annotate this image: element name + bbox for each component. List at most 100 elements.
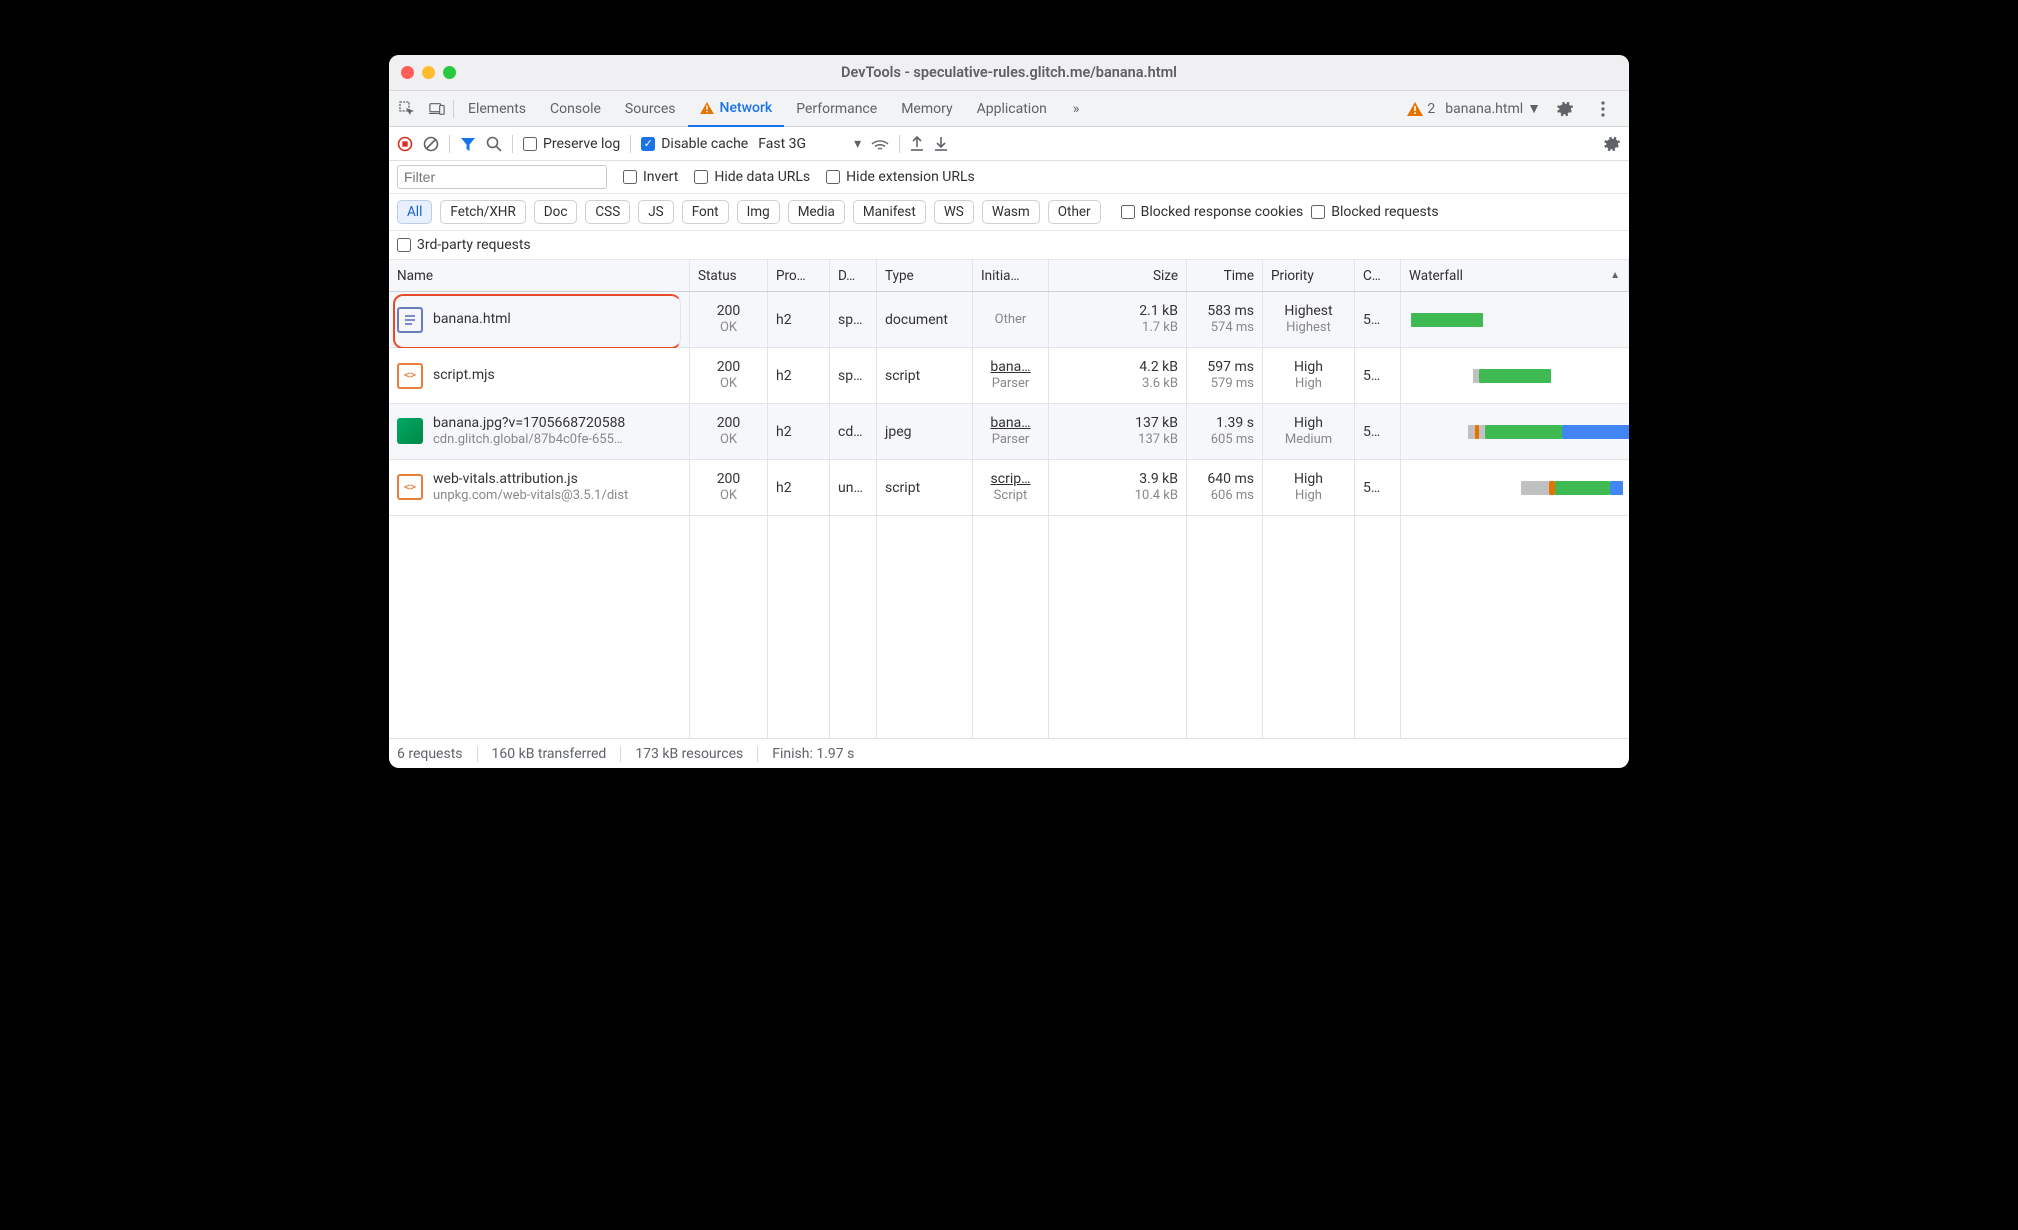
col-header-initiator[interactable]: Initia… [973,260,1049,291]
type-chip-css[interactable]: CSS [585,200,630,224]
blocked-requests-checkbox[interactable]: Blocked requests [1311,204,1438,220]
warning-icon [700,102,714,114]
panel-tab-network[interactable]: Network [688,91,785,127]
type-chip-manifest[interactable]: Manifest [853,200,926,224]
panel-tab-performance[interactable]: Performance [784,91,889,127]
hide-extension-urls-checkbox[interactable]: Hide extension URLs [826,169,975,185]
type-chip-img[interactable]: Img [737,200,780,224]
col-header-protocol[interactable]: Pro… [768,260,830,291]
cell-name: <>script.mjs [389,348,690,403]
cell-waterfall[interactable] [1401,460,1629,515]
import-har-icon[interactable] [934,136,948,152]
network-conditions-icon[interactable] [871,137,889,151]
disable-cache-label: Disable cache [661,136,748,152]
preserve-log-checkbox[interactable]: Preserve log [523,136,620,152]
initiator-link[interactable]: bana… [990,415,1030,431]
checkbox-icon [826,170,840,184]
cell-time: 597 ms579 ms [1187,348,1263,403]
inspect-element-icon[interactable] [393,95,421,123]
warning-count: 2 [1427,101,1435,117]
cell-connection: 5… [1355,292,1401,347]
cell-initiator: bana…Parser [973,348,1049,403]
col-header-time[interactable]: Time [1187,260,1263,291]
file-img-icon [397,418,423,444]
cell-waterfall[interactable] [1401,292,1629,347]
col-header-connection[interactable]: C… [1355,260,1401,291]
type-chip-fetchxhr[interactable]: Fetch/XHR [440,200,525,224]
dropdown-caret-icon: ▾ [854,136,861,152]
type-chip-other[interactable]: Other [1048,200,1101,224]
request-row[interactable]: banana.jpg?v=1705668720588cdn.glitch.glo… [389,404,1629,460]
panel-tab-overflow[interactable]: » [1061,91,1092,127]
col-header-size[interactable]: Size [1049,260,1187,291]
request-row[interactable]: <>web-vitals.attribution.jsunpkg.com/web… [389,460,1629,516]
cell-status: 200OK [690,404,768,459]
request-row[interactable]: <>script.mjs200OKh2sp…scriptbana…Parser4… [389,348,1629,404]
cell-type: script [877,460,973,515]
col-header-domain[interactable]: D… [830,260,877,291]
type-chip-ws[interactable]: WS [934,200,974,224]
settings-icon[interactable] [1551,95,1579,123]
cell-connection: 5… [1355,404,1401,459]
panel-tab-console[interactable]: Console [538,91,613,127]
disable-cache-checkbox[interactable]: ✓ Disable cache [641,136,748,152]
cell-status: 200OK [690,460,768,515]
search-icon[interactable] [486,136,502,152]
waterfall-segment [1411,313,1483,327]
panel-tab-application[interactable]: Application [965,91,1059,127]
col-header-type[interactable]: Type [877,260,973,291]
cell-time: 1.39 s605 ms [1187,404,1263,459]
cell-initiator: scrip…Script [973,460,1049,515]
issues-counter[interactable]: 2 [1407,101,1435,117]
status-resources: 173 kB resources [621,746,758,762]
throttling-select[interactable]: Fast 3G ▾ [758,136,861,152]
device-toolbar-icon[interactable] [423,95,451,123]
col-header-waterfall[interactable]: Waterfall ▲ [1401,260,1629,291]
waterfall-segment [1485,425,1561,439]
checkbox-icon [1121,205,1135,219]
export-har-icon[interactable] [910,136,924,152]
panel-tab-memory[interactable]: Memory [889,91,964,127]
type-chip-wasm[interactable]: Wasm [982,200,1040,224]
col-header-status[interactable]: Status [690,260,768,291]
blocked-cookies-checkbox[interactable]: Blocked response cookies [1121,204,1304,220]
grid-header: Name Status Pro… D… Type Initia… Size Ti… [389,260,1629,292]
cell-waterfall[interactable] [1401,404,1629,459]
type-chip-font[interactable]: Font [682,200,729,224]
hide-data-urls-checkbox[interactable]: Hide data URLs [694,169,810,185]
initiator-link[interactable]: bana… [990,359,1030,375]
filter-input[interactable] [397,165,607,189]
cell-connection: 5… [1355,348,1401,403]
kebab-menu-icon[interactable] [1589,95,1617,123]
tab-label: Application [977,101,1047,117]
col-header-priority[interactable]: Priority [1263,260,1355,291]
third-party-label: 3rd-party requests [417,237,531,253]
request-row[interactable]: banana.html200OKh2sp…documentOther2.1 kB… [389,292,1629,348]
status-requests: 6 requests [397,746,478,762]
tab-label: Network [720,100,773,116]
cell-name: banana.jpg?v=1705668720588cdn.glitch.glo… [389,404,690,459]
cell-type: script [877,348,973,403]
record-button[interactable] [397,136,413,152]
context-selector[interactable]: banana.html ▼ [1445,100,1541,117]
type-chip-media[interactable]: Media [788,200,845,224]
col-header-name[interactable]: Name [389,260,690,291]
initiator-link[interactable]: scrip… [991,471,1031,487]
panel-tab-sources[interactable]: Sources [613,91,688,127]
cell-type: document [877,292,973,347]
network-settings-icon[interactable] [1603,135,1621,153]
type-chip-doc[interactable]: Doc [534,200,578,224]
divider [512,135,513,153]
third-party-checkbox[interactable]: 3rd-party requests [397,237,1621,253]
checkbox-icon [397,238,411,252]
clear-button[interactable] [423,136,439,152]
invert-checkbox[interactable]: Invert [623,169,678,185]
warning-icon [1407,102,1423,116]
file-js-icon: <> [397,474,423,500]
panel-tab-elements[interactable]: Elements [456,91,538,127]
filter-toggle-icon[interactable] [460,136,476,152]
type-chip-all[interactable]: All [397,200,432,224]
cell-waterfall[interactable] [1401,348,1629,403]
divider [630,135,631,153]
type-chip-js[interactable]: JS [638,200,673,224]
